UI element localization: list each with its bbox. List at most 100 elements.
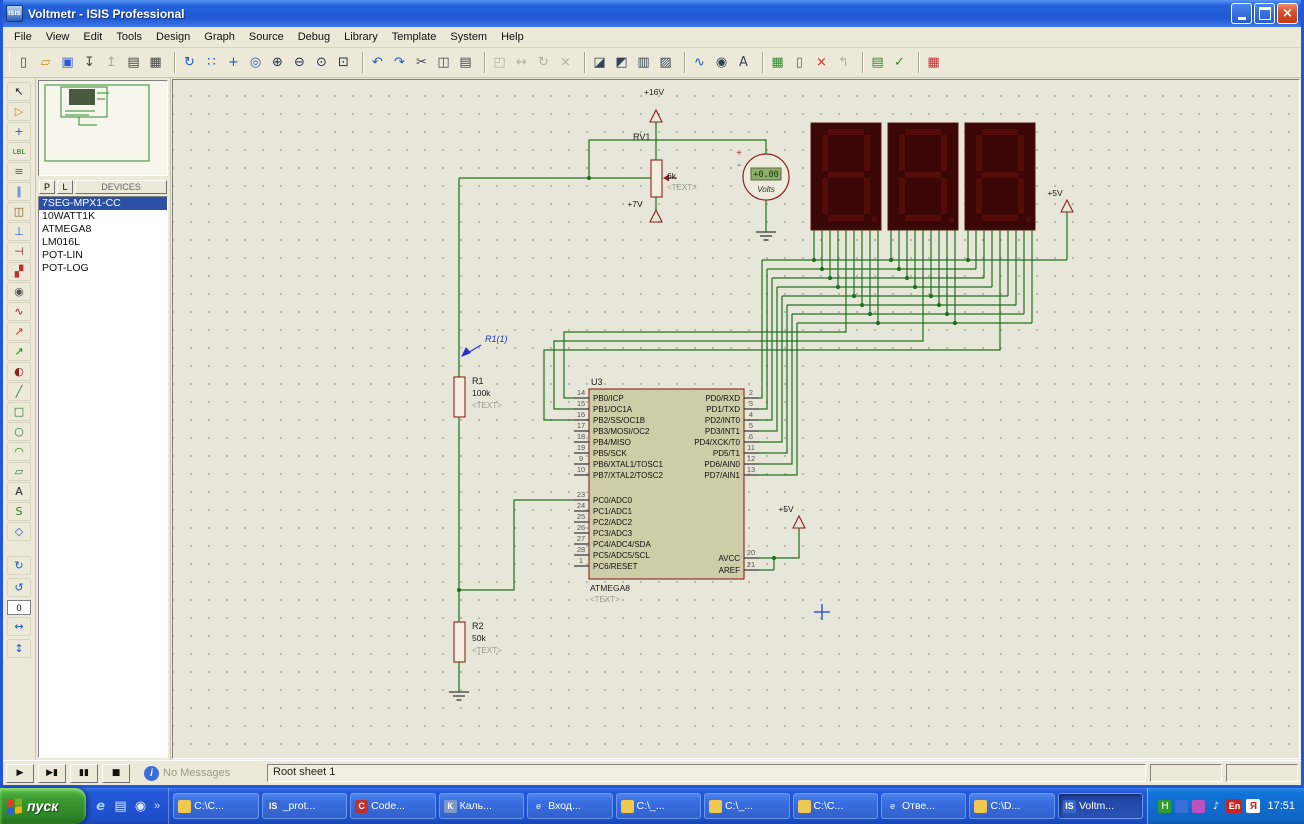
device-item-10watt1k[interactable]: 10WATT1K [39,210,167,223]
r1-body[interactable] [454,377,465,417]
media-player-icon[interactable]: ◉ [132,798,149,815]
overview-minimap[interactable] [38,80,168,176]
rv1-body[interactable] [651,160,662,197]
clock[interactable]: 17:51 [1267,800,1295,812]
wire[interactable] [759,323,797,475]
voltage-probe-mode-button[interactable]: ↗ [7,322,31,341]
text-script-mode-button[interactable]: ≡ [7,162,31,181]
path-2d-button[interactable]: ▱ [7,462,31,481]
messenger-icon[interactable] [1192,800,1205,813]
wire-autorouter-button[interactable]: ∿ [689,52,710,73]
zoom-out-button[interactable]: ⊖ [289,52,310,73]
open-folder-button[interactable]: ▱ [35,52,56,73]
menu-file[interactable]: File [7,29,39,45]
yandex-tray-icon[interactable]: Я [1246,799,1260,813]
wire[interactable] [554,230,923,409]
wire[interactable] [759,269,767,409]
menu-edit[interactable]: Edit [76,29,109,45]
menu-design[interactable]: Design [149,29,197,45]
taskbar-window-c-[interactable]: C:\_... [704,793,789,819]
rotate-anticlockwise-button[interactable]: ↺ [7,578,31,597]
wire[interactable] [774,528,799,558]
taskbar-window-c-d-[interactable]: C:\D... [969,793,1054,819]
menu-tools[interactable]: Tools [109,29,149,45]
pick-device-button[interactable]: ◪ [589,52,610,73]
menu-graph[interactable]: Graph [197,29,242,45]
menu-debug[interactable]: Debug [291,29,337,45]
wire-label-mode-button[interactable]: LBL [7,142,31,161]
start-button[interactable]: пуск [0,788,86,824]
subcircuit-mode-button[interactable]: ◫ [7,202,31,221]
box-2d-button[interactable]: □ [7,402,31,421]
new-sheet-button[interactable]: ▯ [789,52,810,73]
wire[interactable] [759,278,772,420]
taskbar-window-code-[interactable]: CCode... [350,793,435,819]
component-mode-button[interactable]: ▷ [7,102,31,121]
refresh-display-button[interactable]: ↻ [179,52,200,73]
import-section-button[interactable]: ↧ [79,52,100,73]
netlist-to-ares-button[interactable]: ▦ [923,52,944,73]
root-sheet-field[interactable]: Root sheet 1 [267,764,1146,782]
close-button[interactable]: × [1277,3,1298,24]
device-item-atmega8[interactable]: ATMEGA8 [39,223,167,236]
toggle-false-origin-button[interactable]: + [223,52,244,73]
graph-mode-button[interactable]: ▞ [7,262,31,281]
rotate-clockwise-button[interactable]: ↻ [7,556,31,575]
electrical-rule-check-button[interactable]: ✓ [889,52,910,73]
block-move-button[interactable]: ↔ [511,52,532,73]
menu-library[interactable]: Library [337,29,385,45]
current-probe-mode-button[interactable]: ↗ [7,342,31,361]
pause-button[interactable]: ▮▮ [70,764,98,783]
tape-recorder-mode-button[interactable]: ◉ [7,282,31,301]
network-icon[interactable] [1175,800,1188,813]
text-2d-button[interactable]: A [7,482,31,501]
block-delete-button[interactable]: × [555,52,576,73]
virtual-instruments-mode-button[interactable]: ◐ [7,362,31,381]
paste-button[interactable]: ▤ [455,52,476,73]
wire[interactable] [589,140,766,178]
property-assignment-button[interactable]: A [733,52,754,73]
bill-of-materials-button[interactable]: ▤ [867,52,888,73]
language-indicator[interactable]: En [1226,799,1242,813]
selection-mode-button[interactable]: ↖ [7,82,31,101]
device-item-7seg-mpx1-cc[interactable]: 7SEG-MPX1-CC [39,197,167,210]
agent-icon[interactable]: H [1158,800,1171,813]
junction-dot-mode-button[interactable]: + [7,122,31,141]
taskbar-window-c-c-[interactable]: C:\C... [793,793,878,819]
mark-output-area-button[interactable]: ▦ [145,52,166,73]
quick-launch-overflow-icon[interactable]: » [152,800,162,812]
make-device-button[interactable]: ◩ [611,52,632,73]
packaging-tool-button[interactable]: ▥ [633,52,654,73]
design-explorer-button[interactable]: ▦ [767,52,788,73]
schematic-svg[interactable]: +16VRV16k<TEXT>+7V+0.00Volts+-R1100k<TEX… [173,80,1300,752]
wire[interactable] [459,500,574,590]
rotation-angle-field[interactable]: 0 [7,600,31,615]
pick-devices-button[interactable]: P [39,180,55,194]
cut-button[interactable]: ✂ [411,52,432,73]
show-desktop-icon[interactable]: ▤ [112,798,129,815]
new-file-button[interactable]: ▯ [13,52,34,73]
device-pins-mode-button[interactable]: ⊣ [7,242,31,261]
step-button[interactable]: ▶▮ [38,764,66,783]
taskbar-window-voltm-[interactable]: ISVoltm... [1058,793,1143,819]
power-terminal-16v[interactable] [650,110,662,122]
schematic-canvas[interactable]: +16VRV16k<TEXT>+7V+0.00Volts+-R1100k<TEX… [172,79,1300,759]
power-terminal-7v[interactable] [650,210,662,222]
copy-button[interactable]: ◫ [433,52,454,73]
taskbar-window-вход-[interactable]: eВход... [527,793,612,819]
markers-2d-button[interactable]: ◇ [7,522,31,541]
zoom-in-button[interactable]: ⊕ [267,52,288,73]
menu-system[interactable]: System [443,29,494,45]
undo-button[interactable]: ↶ [367,52,388,73]
buses-mode-button[interactable]: ∥ [7,182,31,201]
titlebar[interactable]: ISIS Voltmetr - ISIS Professional × [3,0,1301,27]
arc-2d-button[interactable]: ◠ [7,442,31,461]
symbols-2d-button[interactable]: S [7,502,31,521]
menu-view[interactable]: View [39,29,77,45]
device-item-pot-lin[interactable]: POT-LIN [39,249,167,262]
power-terminal-5v-avcc[interactable] [793,516,805,528]
toggle-grid-button[interactable]: ∷ [201,52,222,73]
remove-sheet-button[interactable]: × [811,52,832,73]
menu-template[interactable]: Template [385,29,444,45]
decompose-button[interactable]: ▨ [655,52,676,73]
